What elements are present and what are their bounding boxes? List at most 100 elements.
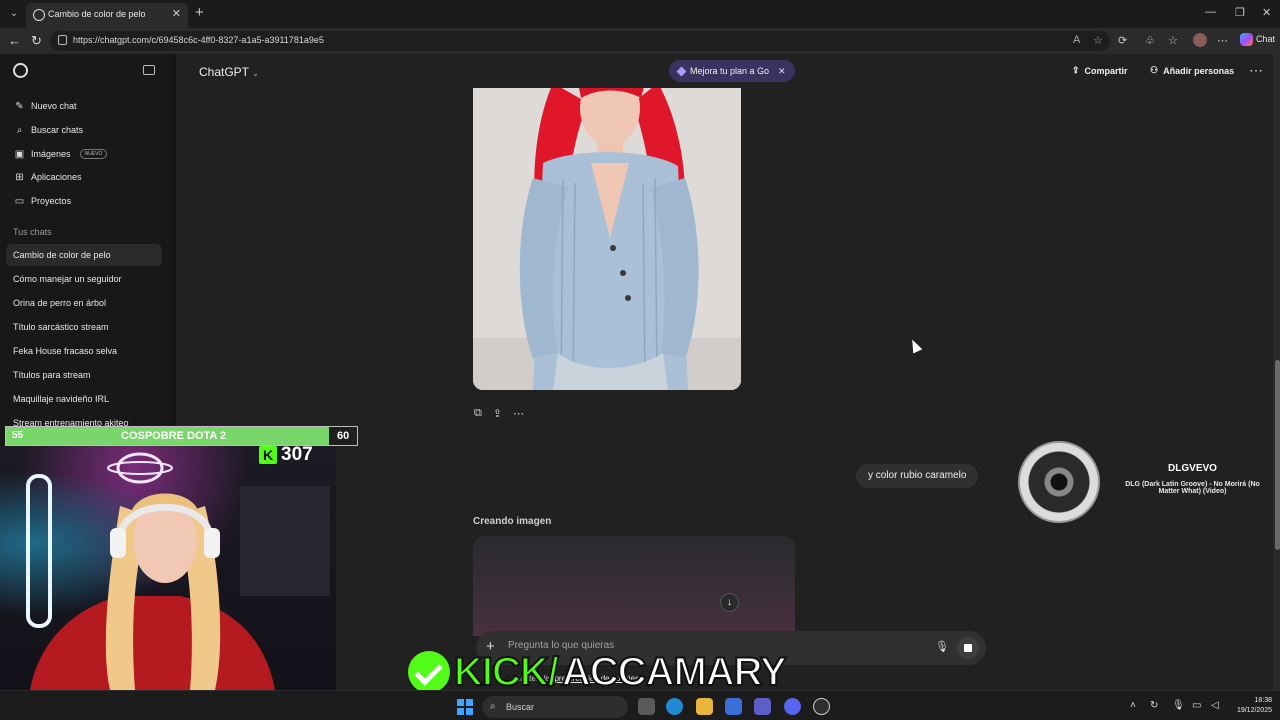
nav-label: Buscar chats bbox=[31, 125, 84, 135]
add-people-label: Añadir personas bbox=[1163, 65, 1235, 76]
favorite-star-icon[interactable]: ☆ bbox=[1093, 34, 1103, 47]
edit-icon: ✎ bbox=[15, 100, 24, 112]
message-actions: ⧉ ⇪ ⋯ bbox=[474, 407, 524, 420]
poll-left-value: 55 bbox=[12, 430, 24, 441]
image-generation-placeholder bbox=[473, 536, 795, 636]
poll-title: COSPOBRE DOTA 2 bbox=[121, 430, 227, 442]
tray-mic-icon[interactable]: 🎙 bbox=[1172, 700, 1185, 711]
minimize-icon[interactable]: — bbox=[1205, 6, 1216, 18]
share-label: Compartir bbox=[1084, 65, 1128, 76]
file-explorer-icon[interactable] bbox=[696, 698, 713, 715]
more-options-icon[interactable]: ⋯ bbox=[1249, 62, 1263, 79]
edge-browser-icon[interactable] bbox=[666, 698, 683, 715]
tab-close-icon[interactable]: ✕ bbox=[172, 7, 181, 20]
extensions-icon[interactable]: ⟳ bbox=[1118, 34, 1127, 47]
clock-date: 19/12/2025 bbox=[1236, 707, 1272, 714]
close-icon[interactable]: ✕ bbox=[778, 66, 786, 77]
kick-banner-name: ACCAMARY bbox=[561, 649, 788, 695]
add-person-icon: ⚇ bbox=[1150, 65, 1159, 75]
browser-menu-icon[interactable]: ⋯ bbox=[1217, 34, 1228, 47]
folder-icon: ▭ bbox=[14, 195, 25, 207]
url-text[interactable]: https://chatgpt.com/c/69458c6c-4ff0-8327… bbox=[73, 35, 324, 45]
user-message-bubble: y color rubio caramelo bbox=[856, 464, 979, 488]
main-header: ChatGPT ⌄ Mejora tu plan a Go ✕ ⇪ Comparti… bbox=[176, 54, 1280, 88]
new-tab-plus-icon[interactable]: + bbox=[195, 4, 204, 21]
teams-icon[interactable] bbox=[754, 698, 771, 715]
nav-new-chat[interactable]: ✎ Nuevo chat bbox=[14, 97, 77, 115]
vinyl-album-art bbox=[1018, 441, 1100, 523]
generated-image-illustration bbox=[473, 88, 741, 390]
model-selector[interactable]: ChatGPT ⌄ bbox=[199, 65, 259, 79]
microsoft-store-icon[interactable] bbox=[725, 698, 742, 715]
chat-item[interactable]: Título sarcástico stream bbox=[6, 316, 162, 338]
model-name: ChatGPT bbox=[199, 65, 250, 79]
discord-icon[interactable] bbox=[784, 698, 801, 715]
copilot-button[interactable]: Chat bbox=[1240, 33, 1275, 46]
chevron-down-icon: ⌄ bbox=[252, 69, 259, 78]
chat-item[interactable]: Cambio de color de pelo bbox=[6, 244, 162, 266]
nav-label: Nuevo chat bbox=[31, 101, 77, 111]
viewer-count-text: 307 bbox=[281, 444, 313, 465]
sidebar-toggle-icon[interactable] bbox=[143, 65, 155, 75]
browser-tab-active[interactable]: Cambio de color de pelo ✕ bbox=[26, 3, 188, 28]
restore-icon[interactable]: ❐ bbox=[1235, 6, 1245, 19]
stop-generation-button[interactable] bbox=[957, 637, 979, 659]
chats-section-title: Tus chats bbox=[13, 227, 52, 237]
read-aloud-icon[interactable]: A bbox=[1073, 34, 1080, 46]
share-button[interactable]: ⇪ Compartir bbox=[1072, 65, 1128, 76]
chat-item[interactable]: Cómo manejar un seguidor bbox=[6, 268, 162, 290]
streamer-webcam bbox=[0, 446, 336, 690]
sync-icon[interactable]: ↻ bbox=[1150, 700, 1158, 711]
url-field[interactable]: https://chatgpt.com/c/69458c6c-4ff0-8327… bbox=[50, 31, 1110, 51]
clock-time: 18:38 bbox=[1254, 697, 1272, 704]
system-clock[interactable]: 18:38 19/12/2025 bbox=[1232, 696, 1272, 716]
search-icon: ⌕ bbox=[16, 124, 23, 136]
obs-icon[interactable] bbox=[813, 698, 830, 715]
microphone-icon[interactable]: 🎙 bbox=[935, 640, 949, 653]
tray-chevron-up-icon[interactable]: ˄ bbox=[1130, 700, 1136, 711]
taskbar-search-label: Buscar bbox=[506, 702, 535, 712]
nav-search-chats[interactable]: ⌕ Buscar chats bbox=[14, 121, 83, 139]
openai-logo-icon[interactable] bbox=[13, 63, 28, 78]
share-icon[interactable]: ⇪ bbox=[493, 407, 502, 420]
kick-viewer-count: K 307 bbox=[259, 444, 313, 466]
taskbar-search[interactable]: ⌕ Buscar bbox=[482, 696, 628, 718]
chatgpt-favicon-icon bbox=[33, 9, 45, 21]
network-icon[interactable]: ▭ bbox=[1192, 700, 1201, 711]
main-scrollbar-thumb[interactable] bbox=[1275, 360, 1280, 550]
puzzle-icon[interactable]: ♧ bbox=[1145, 34, 1155, 47]
chat-item[interactable]: Títulos para stream bbox=[6, 364, 162, 386]
lock-icon bbox=[58, 35, 67, 45]
refresh-icon[interactable]: ↻ bbox=[31, 33, 42, 49]
chat-item[interactable]: Maquillaje navideño IRL bbox=[6, 388, 162, 410]
nav-label: Proyectos bbox=[31, 196, 72, 206]
nav-apps[interactable]: ⊞ Aplicaciones bbox=[14, 168, 82, 186]
upgrade-label: Mejora tu plan a Go bbox=[690, 66, 770, 76]
more-icon[interactable]: ⋯ bbox=[513, 407, 524, 420]
back-arrow-icon[interactable]: ← bbox=[8, 33, 21, 48]
upgrade-plan-pill[interactable]: Mejora tu plan a Go ✕ bbox=[669, 60, 795, 82]
chat-item[interactable]: Orina de perro en árbol bbox=[6, 292, 162, 314]
browser-tab-bar: ⌄ Cambio de color de pelo ✕ + — ❐ ✕ bbox=[0, 0, 1280, 28]
window-close-icon[interactable]: ✕ bbox=[1262, 6, 1271, 19]
chat-item[interactable]: Feka House fracaso selva bbox=[6, 340, 162, 362]
task-view-icon[interactable] bbox=[638, 698, 655, 715]
apps-icon: ⊞ bbox=[15, 171, 24, 183]
share-icon: ⇪ bbox=[1072, 65, 1080, 75]
tab-title: Cambio de color de pelo bbox=[48, 9, 146, 19]
nav-images[interactable]: ▣ Imágenes NUEVO bbox=[14, 145, 108, 163]
nav-projects[interactable]: ▭ Proyectos bbox=[14, 192, 71, 210]
favorites-icon[interactable]: ☆ bbox=[1168, 34, 1178, 47]
volume-icon[interactable]: ◁ bbox=[1211, 700, 1219, 711]
scroll-down-arrow-icon[interactable]: ↓ bbox=[720, 593, 739, 612]
image-icon: ▣ bbox=[14, 148, 25, 160]
tab-actions-chevron-icon[interactable]: ⌄ bbox=[6, 6, 22, 22]
copy-icon[interactable]: ⧉ bbox=[474, 407, 482, 420]
add-people-button[interactable]: ⚇ Añadir personas bbox=[1150, 65, 1234, 76]
profile-avatar[interactable] bbox=[1193, 33, 1207, 47]
nav-label: Aplicaciones bbox=[31, 172, 82, 182]
windows-start-icon[interactable] bbox=[457, 699, 473, 715]
now-playing-song: DLG (Dark Latin Groove) - No Morirá (No … bbox=[1125, 481, 1260, 495]
kick-banner-prefix: KICK/ bbox=[453, 649, 560, 695]
generated-image[interactable] bbox=[473, 88, 741, 390]
